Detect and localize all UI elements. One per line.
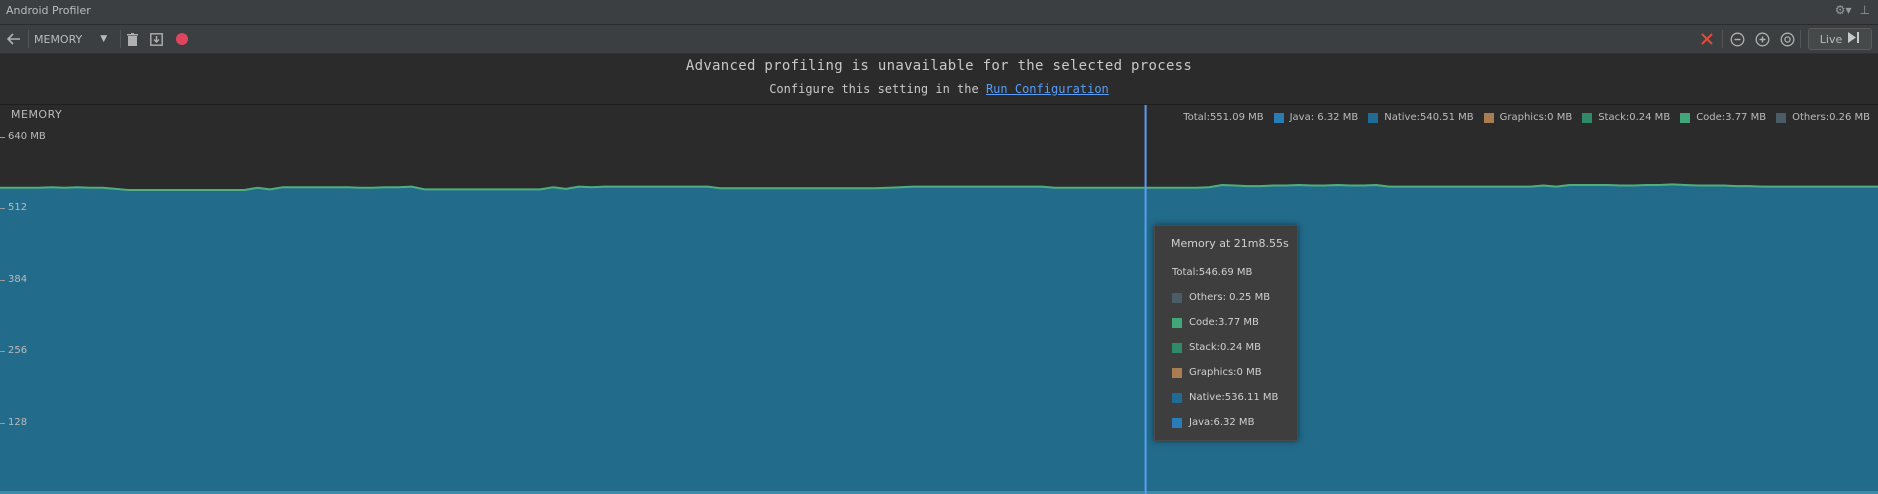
banner-sub-prefix: Configure this setting in the (769, 82, 979, 96)
legend-swatch (1368, 112, 1379, 123)
memory-tooltip: Memory at 21m8.55s Total:546.69 MB Other… (1154, 225, 1298, 441)
legend-label: Stack:0.24 MB (1598, 112, 1671, 123)
tooltip-row: Graphics:0 MB (1172, 367, 1262, 378)
toolbar-separator (1722, 30, 1723, 48)
tooltip-row: Others: 0.25 MB (1172, 292, 1270, 303)
heap-dump-icon[interactable] (146, 29, 166, 49)
tooltip-label: Code:3.77 MB (1189, 317, 1259, 328)
y-tick-label: 640 MB (8, 131, 46, 142)
legend-swatch (1273, 112, 1284, 123)
android-profiler-window: Android Profiler ⚙▾ ⊥ MEMORY ▼ Live Adva… (0, 0, 1878, 494)
tooltip-swatch (1172, 417, 1182, 428)
legend-label: Code:3.77 MB (1696, 112, 1767, 123)
profiler-toolbar: MEMORY ▼ Live (0, 25, 1878, 54)
y-tick-label: 128 (8, 416, 28, 428)
toolbar-separator (1800, 30, 1801, 48)
y-tick-label: 256 (8, 345, 28, 357)
toolbar-separator (28, 30, 29, 48)
zoom-in-icon[interactable] (1752, 29, 1772, 49)
zoom-out-icon[interactable] (1727, 29, 1747, 49)
tooltip-swatch (1172, 392, 1182, 403)
play-to-end-icon (1848, 32, 1860, 46)
record-allocations-icon[interactable] (172, 29, 192, 49)
window-title: Android Profiler (6, 4, 91, 17)
chevron-down-icon: ▼ (100, 34, 108, 44)
y-tick-label: 384 (8, 273, 28, 285)
y-tick-mark (0, 422, 5, 424)
tooltip-swatch (1172, 317, 1182, 328)
tooltip-swatch (1172, 342, 1182, 353)
legend-swatch (1776, 112, 1787, 123)
reset-zoom-icon[interactable] (1777, 29, 1797, 49)
back-arrow-icon[interactable] (4, 29, 24, 49)
legend-item-stack: Stack:0.24 MB (1582, 112, 1670, 123)
tooltip-label: Java:6.32 MB (1189, 417, 1255, 428)
title-bar: Android Profiler ⚙▾ ⊥ (0, 0, 1878, 25)
hide-panel-icon[interactable]: ⊥ (1860, 3, 1870, 17)
banner-subline: Configure this setting in the Run Config… (0, 82, 1878, 96)
legend-label: Others:0.26 MB (1792, 112, 1870, 123)
tooltip-swatch (1172, 367, 1182, 378)
tooltip-label: Graphics:0 MB (1189, 367, 1262, 378)
legend-item-java: Java: 6.32 MB (1273, 112, 1359, 123)
series-area-total (0, 184, 1878, 494)
tooltip-swatch (1172, 292, 1182, 303)
stage-label: MEMORY (34, 32, 83, 46)
memory-chart-area[interactable]: MEMORY 640 MB 512 384 256 128 Total:551.09 M… (0, 105, 1878, 494)
legend-swatch (1680, 112, 1691, 123)
y-tick-mark (0, 279, 5, 281)
tooltip-row: Stack:0.24 MB (1172, 342, 1261, 353)
tooltip-row: Java:6.32 MB (1172, 417, 1254, 428)
banner-headline: Advanced profiling is unavailable for th… (685, 58, 1193, 74)
legend-swatch (1483, 112, 1494, 123)
advanced-profiling-banner: Advanced profiling is unavailable for th… (0, 54, 1878, 105)
memory-legend: Total:551.09 MB Java: 6.32 MB Native:540.… (1183, 112, 1870, 123)
y-tick-mark (0, 351, 5, 353)
legend-item-others: Others:0.26 MB (1776, 112, 1870, 123)
y-tick-label: 512 (8, 202, 28, 214)
memory-area-chart[interactable] (0, 105, 1878, 494)
title-bar-actions: ⚙▾ ⊥ (1835, 3, 1870, 17)
legend-label: Native:540.51 MB (1384, 112, 1474, 123)
force-gc-trash-icon[interactable] (122, 29, 142, 49)
legend-item-native: Native:540.51 MB (1368, 112, 1474, 123)
run-configuration-link[interactable]: Run Configuration (986, 82, 1109, 96)
tooltip-title: Memory at 21m8.55s (1171, 237, 1289, 250)
legend-label: Java: 6.32 MB (1289, 112, 1359, 123)
chart-title: MEMORY (11, 108, 63, 121)
legend-label: Graphics:0 MB (1499, 112, 1573, 123)
y-tick-mark (0, 137, 5, 138)
profiler-stage-dropdown[interactable]: MEMORY ▼ (34, 30, 112, 48)
legend-item-graphics: Graphics:0 MB (1483, 112, 1573, 123)
tooltip-label: Native:536.11 MB (1189, 392, 1279, 403)
legend-total: Total:551.09 MB (1183, 112, 1264, 123)
tooltip-total: Total:546.69 MB (1172, 267, 1253, 278)
settings-gear-icon[interactable]: ⚙▾ (1835, 3, 1852, 17)
tooltip-label: Stack:0.24 MB (1189, 342, 1261, 353)
toolbar-separator (120, 30, 121, 48)
legend-item-code: Code:3.77 MB (1680, 112, 1766, 123)
y-tick-mark (0, 208, 5, 210)
legend-swatch (1582, 112, 1593, 123)
detach-close-icon[interactable] (1697, 29, 1717, 49)
live-label: Live (1819, 32, 1843, 46)
tooltip-row: Native:536.11 MB (1172, 392, 1278, 403)
tooltip-row: Code:3.77 MB (1172, 317, 1259, 328)
tooltip-label: Others: 0.25 MB (1189, 292, 1271, 303)
live-button[interactable]: Live (1808, 28, 1872, 50)
